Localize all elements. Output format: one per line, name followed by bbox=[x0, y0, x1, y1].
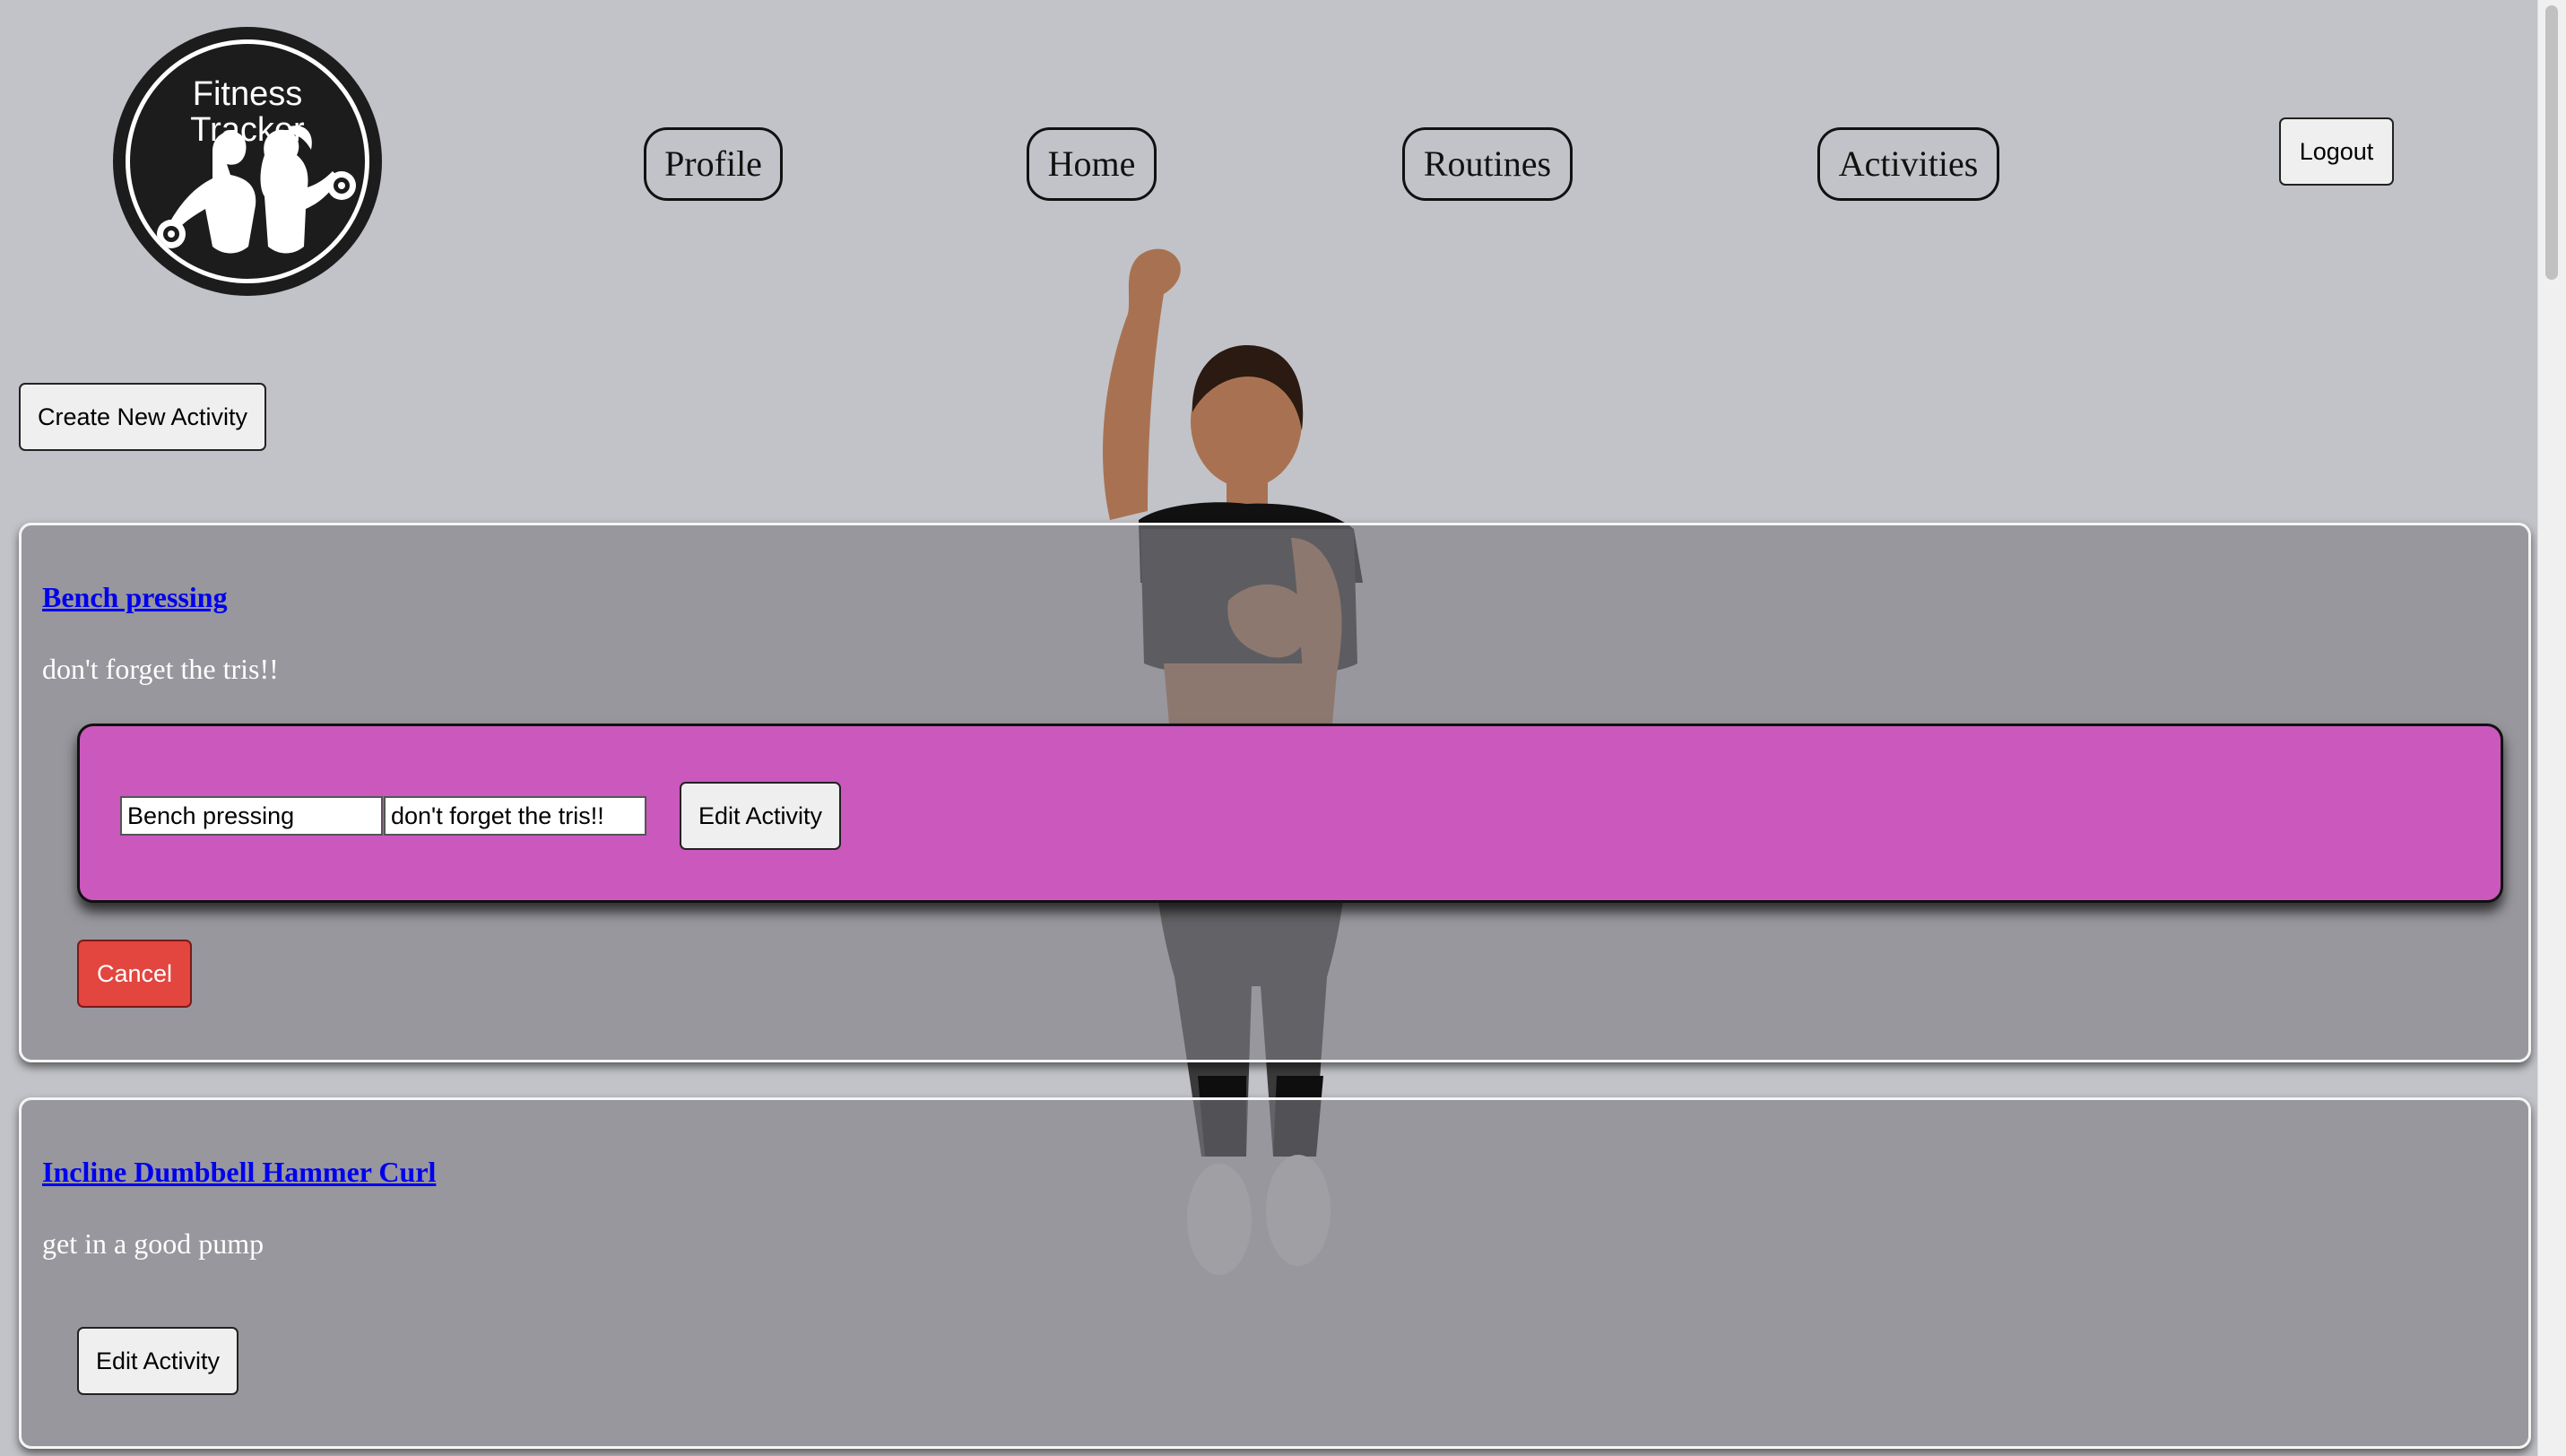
logo-badge: Fitness Tracker bbox=[126, 39, 369, 283]
cancel-button[interactable]: Cancel bbox=[77, 940, 192, 1008]
nav-profile-button[interactable]: Profile bbox=[644, 127, 783, 201]
activity-name-link[interactable]: Bench pressing bbox=[42, 581, 228, 614]
activity-name-input[interactable] bbox=[120, 796, 383, 836]
activities-page: Fitness Tracker Profile Home Routines Ac bbox=[0, 0, 2566, 1456]
activity-card: Bench pressing don't forget the tris!! E… bbox=[19, 523, 2531, 1062]
dumbbell-figures-icon bbox=[157, 126, 356, 256]
scrollbar-thumb[interactable] bbox=[2545, 5, 2558, 280]
activity-description: don't forget the tris!! bbox=[42, 653, 279, 685]
nav-activities-button[interactable]: Activities bbox=[1817, 127, 1999, 201]
vertical-scrollbar[interactable] bbox=[2537, 0, 2566, 1456]
activity-name-link[interactable]: Incline Dumbbell Hammer Curl bbox=[42, 1156, 436, 1189]
logout-button[interactable]: Logout bbox=[2279, 117, 2394, 186]
fitness-tracker-logo[interactable]: Fitness Tracker bbox=[113, 27, 382, 296]
nav-routines-button[interactable]: Routines bbox=[1402, 127, 1573, 201]
nav-home-button[interactable]: Home bbox=[1027, 127, 1157, 201]
edit-activity-button[interactable]: Edit Activity bbox=[77, 1327, 238, 1395]
edit-activity-form: Edit Activity bbox=[77, 724, 2503, 903]
activity-description: get in a good pump bbox=[42, 1227, 264, 1260]
activity-description-input[interactable] bbox=[384, 796, 646, 836]
create-new-activity-button[interactable]: Create New Activity bbox=[19, 383, 266, 451]
activity-card: Incline Dumbbell Hammer Curl get in a go… bbox=[19, 1097, 2531, 1449]
submit-edit-activity-button[interactable]: Edit Activity bbox=[680, 782, 841, 850]
